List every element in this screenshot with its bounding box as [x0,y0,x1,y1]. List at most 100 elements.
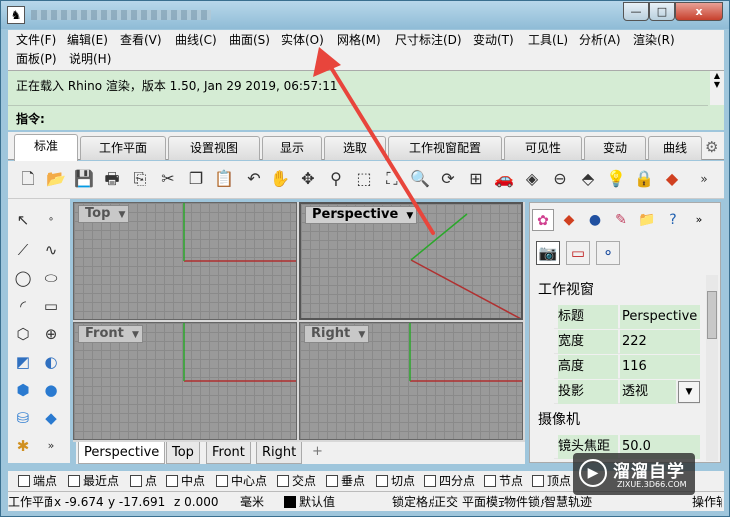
prop-value-width[interactable]: 222 [620,330,700,354]
light-bulb-icon[interactable]: 💡 [604,167,628,191]
osnap-vertex[interactable]: 顶点 [532,473,571,489]
viewport-right[interactable]: Right ▼ [299,322,523,440]
checkbox[interactable] [130,475,142,487]
undo-icon[interactable]: ↶ [242,167,266,191]
menu-tools[interactable]: 工具(L) [528,31,568,50]
maximize-button[interactable]: □ [649,2,675,21]
menu-edit[interactable]: 编辑(E) [67,31,108,50]
osnap-perp[interactable]: 垂点 [326,473,365,489]
menu-view[interactable]: 查看(V) [120,31,162,50]
zoom-window-icon[interactable]: ⬚ [352,167,376,191]
checkbox[interactable] [376,475,388,487]
tab-select[interactable]: 选取 [324,136,386,160]
checkbox[interactable] [326,475,338,487]
status-ortho[interactable]: 正交 [434,494,462,510]
folder-icon[interactable]: 📁 [636,209,658,231]
surface-icon[interactable]: ◩ [10,349,36,375]
viewport-label-right[interactable]: Right ▼ [304,325,370,343]
zoom-selected-icon[interactable]: 🔍 [408,167,432,191]
osnap-center[interactable]: 中心点 [216,473,267,489]
tab-transform[interactable]: 变动 [584,136,646,160]
copy-icon[interactable]: ❐ [184,167,208,191]
box-icon[interactable]: ⬢ [10,377,36,403]
prop-value-title[interactable]: Perspective [620,305,700,329]
osnap-quad[interactable]: 四分点 [424,473,475,489]
tab-display[interactable]: 显示 [262,136,322,160]
menu-mesh[interactable]: 网格(M) [337,31,381,50]
menu-solid[interactable]: 实体(O) [281,31,324,50]
status-cplane[interactable]: 工作平面 [8,494,52,510]
rectangle-icon[interactable]: ▭ [38,293,64,319]
viewport-front[interactable]: Front ▼ [73,322,297,440]
sphere-icon[interactable]: ● [38,377,64,403]
status-layer[interactable]: 默认值 [284,494,335,510]
save-icon[interactable]: 💾 [72,167,96,191]
checkbox[interactable] [18,475,30,487]
menu-panels[interactable]: 面板(P) [16,50,57,69]
menu-help[interactable]: 说明(H) [69,50,111,69]
pan-hand-icon[interactable]: ✋ [268,167,292,191]
checkbox[interactable] [532,475,544,487]
camera-icon[interactable]: 📷 [536,241,560,265]
paste-icon[interactable]: 📋 [212,167,236,191]
command-scrollbar[interactable]: ▲ ▼ [710,71,724,105]
open-folder-icon[interactable]: 📂 [44,167,68,191]
status-grid-snap[interactable]: 锁定格点 [392,494,434,510]
render-icon[interactable]: ◈ [520,167,544,191]
new-file-icon[interactable]: 🗋 [16,167,40,191]
mesh-icon[interactable]: ◆ [38,405,64,431]
cylinder-icon[interactable]: ⛁ [10,405,36,431]
viewport-top[interactable]: Top ▼ [73,202,297,320]
rotate-view-icon[interactable]: ✥ [296,167,320,191]
osnap-end[interactable]: 端点 [18,473,57,489]
menu-surface[interactable]: 曲面(S) [229,31,270,50]
projection-dropdown-chevron-down-icon[interactable]: ▼ [678,381,700,403]
color-wheel-icon[interactable]: ✿ [532,209,554,231]
tab-viewport-layout[interactable]: 工作视窗配置 [388,136,502,160]
checkbox[interactable] [484,475,496,487]
menu-transform[interactable]: 变动(T) [473,31,514,50]
four-viewports-icon[interactable]: ⊞ [464,167,488,191]
viewport-tab-top[interactable]: Top [166,442,200,464]
tab-curve-tools[interactable]: 曲线 [648,136,702,160]
osnap-int[interactable]: 交点 [277,473,316,489]
spheres-icon[interactable]: ⚬ [596,241,620,265]
status-unit[interactable]: 毫米 [240,494,264,510]
osnap-knot[interactable]: 节点 [484,473,523,489]
close-button[interactable]: x [675,2,723,21]
car-icon[interactable]: 🚗 [492,167,516,191]
print-icon[interactable]: 🖶 [100,167,124,191]
osnap-near[interactable]: 最近点 [68,473,119,489]
menu-curve[interactable]: 曲线(C) [175,31,217,50]
tab-cplanes[interactable]: 工作平面 [80,136,166,160]
viewport-tab-front[interactable]: Front [206,442,251,464]
checkbox[interactable] [166,475,178,487]
status-osnap[interactable]: 物件锁点 [504,494,544,510]
tabs-settings-gear-icon[interactable]: ⚙ [705,138,718,156]
rotate-icon[interactable]: ⟳ [436,167,460,191]
arc-icon[interactable]: ◜ [10,293,36,319]
osnap-mid[interactable]: 中点 [166,473,205,489]
add-viewport-tab-icon[interactable]: + [312,444,323,459]
expand-icon[interactable]: » [38,433,64,459]
polygon-icon[interactable]: ⬡ [10,321,36,347]
frame-icon[interactable]: ▭ [566,241,590,265]
blend-icon[interactable]: ◐ [38,349,64,375]
help-icon[interactable]: ? [662,209,684,231]
minimize-button[interactable]: — [623,2,649,21]
polyline-icon[interactable]: ⟋ [10,237,36,263]
layers-icon[interactable]: ◆ [558,209,580,231]
arrow-select-icon[interactable]: ↖ [10,207,36,233]
menu-dimension[interactable]: 尺寸标注(D) [395,31,462,50]
brush-icon[interactable]: ✎ [610,209,632,231]
text-icon[interactable]: ⊕ [38,321,64,347]
more-icon[interactable]: » [692,167,716,191]
viewport-label-perspective[interactable]: Perspective ▼ [305,206,418,224]
materials-icon[interactable]: ● [584,209,606,231]
prop-value-projection[interactable]: 透视 [620,380,676,404]
cut-icon[interactable]: ✂ [156,167,180,191]
checkbox[interactable] [68,475,80,487]
panel-scroll-thumb[interactable] [707,291,717,339]
osnap-tan[interactable]: 切点 [376,473,415,489]
rhino-icon[interactable]: ♞ [7,6,25,24]
